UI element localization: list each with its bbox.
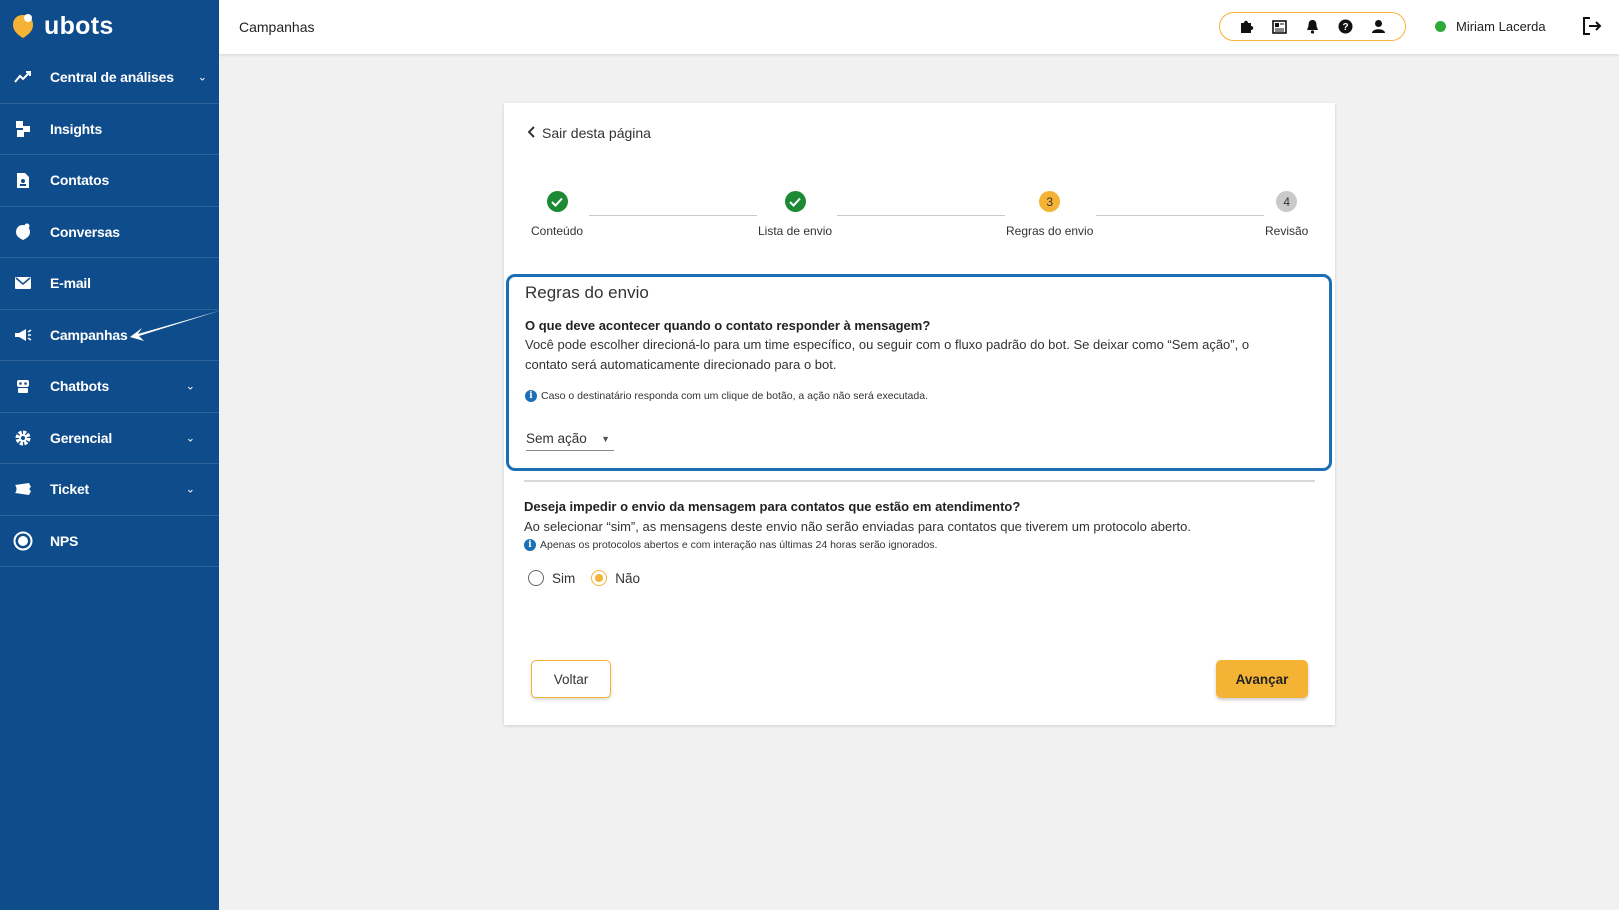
sidebar-item-label: Chatbots — [50, 378, 110, 395]
campaign-wizard-card: Sair desta página Conteúdo Lista de envi… — [504, 103, 1335, 725]
sidebar-item-label: NPS — [50, 532, 79, 549]
stepper: Conteúdo Lista de envio 3 Regras do envi… — [504, 103, 1335, 243]
step-connector — [589, 215, 757, 216]
block-question: Deseja impedir o envio da mensagem para … — [524, 499, 1021, 514]
step-label: Lista de envio — [758, 224, 833, 238]
megaphone-icon — [13, 325, 33, 345]
bell-icon[interactable] — [1303, 17, 1323, 37]
annotation-arrow-icon — [130, 310, 222, 341]
step-conteudo[interactable]: Conteúdo — [531, 191, 583, 238]
reply-action-description-line-1: Você pode escolher direcioná-lo para um … — [525, 337, 1250, 352]
note-text: Apenas os protocolos abertos e com inter… — [540, 539, 938, 551]
step-number: 4 — [1276, 191, 1298, 212]
cubes-icon — [13, 119, 33, 139]
user-name: Miriam Lacerda — [1456, 19, 1546, 34]
check-icon — [784, 191, 806, 212]
step-connector — [1096, 215, 1264, 216]
sidebar-item-contatos[interactable]: Contatos — [0, 155, 219, 207]
page-title: Campanhas — [239, 19, 315, 35]
sidebar-item-label: E-mail — [50, 275, 91, 292]
sidebar-item-label: Ticket — [50, 481, 90, 498]
rules-section: Regras do envio O que deve acontecer qua… — [506, 274, 1332, 471]
info-icon: i — [525, 390, 537, 402]
sidebar-item-nps[interactable]: NPS — [0, 516, 219, 567]
back-button[interactable]: Voltar — [531, 660, 611, 698]
sidebar-item-conversas[interactable]: Conversas — [0, 207, 219, 258]
top-bar: Campanhas ? Miriam Lacerda — [219, 0, 1619, 54]
sidebar-item-label: Campanhas — [50, 326, 128, 343]
step-label: Revisão — [1265, 224, 1309, 238]
chart-line-icon — [13, 67, 33, 87]
chat-bubble-icon — [13, 222, 33, 242]
brand-logo[interactable]: ubots — [0, 0, 219, 52]
next-button[interactable]: Avançar — [1216, 660, 1308, 698]
toolbar-pill: ? — [1219, 12, 1406, 41]
step-lista-de-envio[interactable]: Lista de envio — [758, 191, 832, 238]
chevron-down-icon: ⌄ — [197, 71, 207, 84]
sidebar-item-chatbots[interactable]: Chatbots ⌄ — [0, 361, 219, 413]
chevron-down-icon: ⌄ — [185, 432, 195, 445]
sidebar-item-e-mail[interactable]: E-mail — [0, 258, 219, 310]
block-description: Ao selecionar “sim”, as mensagens deste … — [524, 519, 1191, 534]
section-heading: Regras do envio — [525, 283, 649, 302]
ticket-icon — [13, 479, 33, 499]
radio-label: Não — [615, 570, 641, 586]
reply-action-question: O que deve acontecer quando o contato re… — [525, 318, 931, 333]
block-note: i Apenas os protocolos abertos e com int… — [524, 539, 937, 551]
nps-icon — [13, 531, 33, 551]
online-status-dot — [1435, 21, 1446, 32]
block-radio-group: Sim Não — [528, 570, 656, 586]
sidebar-item-label: Insights — [50, 120, 103, 137]
check-icon — [546, 191, 568, 212]
sidebar-item-central-de-analises[interactable]: Central de análises ⌄ — [0, 52, 219, 104]
sidebar-item-label: Central de análises — [50, 69, 174, 86]
sidebar-item-label: Contatos — [50, 172, 110, 189]
step-regras-do-envio[interactable]: 3 Regras do envio — [1006, 191, 1093, 238]
sidebar-item-ticket[interactable]: Ticket ⌄ — [0, 464, 219, 516]
radio-sim[interactable] — [528, 570, 544, 586]
sidebar-item-insights[interactable]: Insights — [0, 104, 219, 155]
news-icon[interactable] — [1270, 17, 1290, 37]
sidebar-item-label: Gerencial — [50, 429, 113, 446]
sidebar-item-gerencial[interactable]: Gerencial ⌄ — [0, 413, 219, 464]
contact-file-icon — [13, 170, 33, 190]
ubots-logo-icon — [12, 12, 34, 40]
user-status[interactable]: Miriam Lacerda — [1435, 19, 1546, 34]
robot-icon — [13, 376, 33, 396]
section-divider — [524, 480, 1315, 482]
radio-label: Sim — [552, 570, 576, 586]
puzzle-icon[interactable] — [1237, 17, 1257, 37]
help-icon[interactable]: ? — [1336, 17, 1356, 37]
radio-nao[interactable] — [591, 570, 608, 586]
user-icon[interactable] — [1369, 17, 1389, 37]
step-connector — [837, 215, 1005, 216]
caret-down-icon: ▼ — [601, 433, 610, 444]
envelope-icon — [13, 273, 33, 293]
reply-action-note: i Caso o destinatário responda com um cl… — [525, 390, 928, 402]
step-label: Regras do envio — [1006, 224, 1094, 238]
sidebar: ubots Central de análises ⌄ Insights Con… — [0, 0, 222, 910]
logout-icon[interactable] — [1582, 16, 1604, 38]
select-value: Sem ação — [526, 431, 587, 446]
step-revisao[interactable]: 4 Revisão — [1265, 191, 1308, 238]
reply-action-select[interactable]: Sem ação ▼ — [526, 427, 614, 451]
sidebar-item-label: Conversas — [50, 223, 120, 240]
reply-action-description-line-2: contato será automaticamente direcionado… — [525, 357, 837, 372]
note-text: Caso o destinatário responda com um cliq… — [541, 390, 928, 402]
gear-icon — [13, 428, 33, 448]
chevron-down-icon: ⌄ — [185, 380, 195, 393]
step-number: 3 — [1039, 191, 1061, 212]
step-label: Conteúdo — [531, 224, 584, 238]
brand-name: ubots — [44, 11, 114, 40]
chevron-down-icon: ⌄ — [185, 483, 195, 496]
info-icon: i — [524, 539, 536, 551]
svg-text:?: ? — [1342, 22, 1348, 33]
